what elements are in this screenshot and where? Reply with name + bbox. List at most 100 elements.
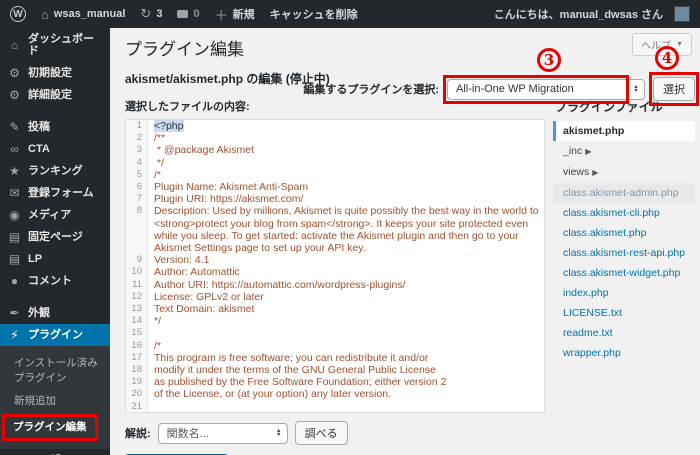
sidebar-subitem-新規追加[interactable]: 新規追加 (0, 390, 110, 413)
code-text: /* (154, 168, 162, 181)
code-line: 19 as published by the Free Software Foun… (126, 376, 544, 389)
code-line: 3 * @package Akismet (126, 144, 544, 157)
line-number: 21 (126, 400, 148, 412)
line-number: 20 (126, 388, 148, 401)
file-item-class.akismet-admin.php[interactable]: class.akismet-admin.php (553, 183, 695, 203)
line-number: 5 (126, 168, 148, 182)
file-item-class.akismet.php[interactable]: class.akismet.php (553, 223, 695, 243)
account-link[interactable]: こんにちは、manual_dwsas さん (494, 6, 690, 22)
chevron-down-icon: ▼ (676, 41, 683, 48)
sidebar-item-label: LP (28, 253, 43, 265)
updates-link[interactable]: ↻ 3 (140, 6, 162, 22)
pushpin-icon: ✎ (9, 120, 20, 134)
admin-bar-right: こんにちは、manual_dwsas さん (494, 0, 690, 28)
code-text: /** (154, 132, 166, 145)
line-number: 8 (126, 205, 148, 255)
doc-select[interactable]: 関数名... ▲ ▼ (157, 422, 288, 444)
sidebar-item-登録フォーム[interactable]: ✉ 登録フォーム (0, 182, 110, 204)
file-item-akismet.php[interactable]: akismet.php (553, 121, 695, 141)
plugin-select-value: All-in-One WP Migration (456, 83, 574, 95)
doc-select-value: 関数名... (166, 428, 209, 440)
sidebar-item-外観[interactable]: ✒ 外観 (0, 302, 110, 324)
site-name-link[interactable]: ⌂ wsas_manual (41, 7, 125, 22)
folder-arrow-icon: ▶ (592, 168, 599, 177)
line-number: 7 (126, 193, 148, 206)
code-text: Description: Used by millions, Akismet i… (154, 205, 542, 255)
line-number: 16 (126, 339, 148, 352)
sidebar-item-投稿[interactable]: ✎ 投稿 (0, 116, 110, 138)
code-line: 6 Plugin Name: Akismet Anti-Spam (126, 181, 544, 194)
code-text: <?php (148, 120, 544, 132)
line-number: 15 (126, 327, 148, 340)
file-item-views[interactable]: views ▶ (553, 162, 695, 183)
code-text: * @package Akismet (154, 144, 254, 157)
sidebar-item-ユーザー[interactable]: ☻ユーザー (0, 449, 110, 455)
sidebar-item-プラグイン[interactable]: ⚡ プラグイン (0, 324, 110, 346)
line-number: 17 (126, 351, 148, 365)
file-item-class.akismet-cli.php[interactable]: class.akismet-cli.php (553, 203, 695, 223)
code-text: */ (154, 156, 164, 169)
select-button[interactable]: 選択 (653, 77, 695, 101)
comments-link[interactable]: 0 (177, 8, 200, 20)
code-line: 11 Author URI: https://automattic.com/wor… (126, 278, 544, 291)
code-text: of the License, or (at your option) any … (154, 388, 391, 401)
file-item-readme.txt[interactable]: readme.txt (553, 323, 695, 343)
new-content-label: 新規 (232, 9, 255, 21)
comment-icon: ● (10, 274, 19, 288)
greeting-label: こんにちは、manual_dwsas さん (493, 9, 663, 21)
clear-cache-link[interactable]: キャッシュを削除 (270, 6, 358, 22)
sidebar-item-label: メディア (28, 209, 72, 221)
pages-icon: ▤ (8, 230, 21, 244)
sidebar-subitem-プラグイン編集[interactable]: プラグイン編集 (2, 413, 98, 441)
doc-label: 解説: (125, 428, 151, 440)
file-item-class.akismet-widget.php[interactable]: class.akismet-widget.php (553, 263, 695, 283)
sidebar-subitem-インストール済みプラグイン[interactable]: インストール済みプラグイン (0, 352, 110, 390)
sidebar-item-label: コメント (28, 275, 72, 287)
line-number: 13 (126, 303, 148, 316)
select-stepper-icon: ▲ ▼ (275, 427, 282, 438)
plugin-select[interactable]: All-in-One WP Migration ▲ ▼ (447, 78, 645, 100)
plugin-select-wrapper: All-in-One WP Migration ▲ ▼ 3 (443, 47, 645, 104)
code-text: Text Domain: akismet (154, 303, 255, 316)
sidebar-item-CTA[interactable]: ∞ CTA (0, 138, 110, 160)
sidebar-item-初期設定[interactable]: ⚙ 初期設定 (0, 62, 110, 84)
sidebar-item-label: 登録フォーム (28, 187, 94, 199)
plugin-select-row: 編集するプラグインを選択: All-in-One WP Migration ▲ ▼… (110, 46, 699, 106)
mail-icon: ✉ (9, 186, 20, 200)
code-line: 7 Plugin URI: https://akismet.com/ (126, 193, 544, 206)
file-item-LICENSE.txt[interactable]: LICENSE.txt (553, 303, 695, 323)
wordpress-logo[interactable]: W (10, 6, 26, 22)
code-line: 13 Text Domain: akismet (126, 303, 544, 316)
file-item-class.akismet-rest-api.php[interactable]: class.akismet-rest-api.php (553, 243, 695, 263)
line-number: 18 (126, 364, 148, 377)
comments-icon (177, 10, 189, 18)
code-line: 1 <?php (126, 120, 544, 133)
line-number: 19 (126, 376, 148, 389)
new-content-link[interactable]: ＋ 新規 (215, 5, 255, 24)
sidebar-item-label: 固定ページ (28, 231, 83, 243)
help-button[interactable]: ヘルプ ▼ (632, 33, 692, 56)
sidebar-item-メディア[interactable]: ◉ メディア (0, 204, 110, 226)
line-number: 3 (126, 144, 148, 157)
code-text: modify it under the terms of the GNU Gen… (154, 364, 436, 377)
sidebar-item-コメント[interactable]: ● コメント (0, 270, 110, 292)
file-item-index.php[interactable]: index.php (553, 283, 695, 303)
sidebar-item-ランキング[interactable]: ★ ランキング (0, 160, 110, 182)
sidebar-item-詳細設定[interactable]: ⚙ 詳細設定 (0, 84, 110, 106)
sidebar-item-LP[interactable]: ▤ LP (0, 248, 110, 270)
sidebar-item-ダッシュボード[interactable]: ⌂ ダッシュボード (0, 28, 110, 62)
lookup-button[interactable]: 調べる (294, 421, 348, 445)
line-number: 6 (126, 181, 148, 194)
comments-count: 0 (193, 8, 200, 20)
code-line: 15 (126, 327, 544, 340)
file-item-_inc[interactable]: _inc ▶ (553, 141, 695, 162)
file-item-wrapper.php[interactable]: wrapper.php (553, 343, 695, 363)
code-line: 9 Version: 4.1 (126, 254, 544, 267)
code-editor[interactable]: 1 <?php 2/** 3 * @package Akismet 4 */5/* 6 Pl… (125, 119, 545, 413)
sidebar-item-固定ページ[interactable]: ▤ 固定ページ (0, 226, 110, 248)
plugin-files-panel: プラグインファイル akismet.php _inc ▶ views ▶ class.ak… (553, 98, 695, 363)
dashboard-icon: ⌂ (10, 38, 19, 52)
plus-icon: ＋ (214, 7, 228, 23)
code-text: Plugin URI: https://akismet.com/ (154, 193, 304, 206)
